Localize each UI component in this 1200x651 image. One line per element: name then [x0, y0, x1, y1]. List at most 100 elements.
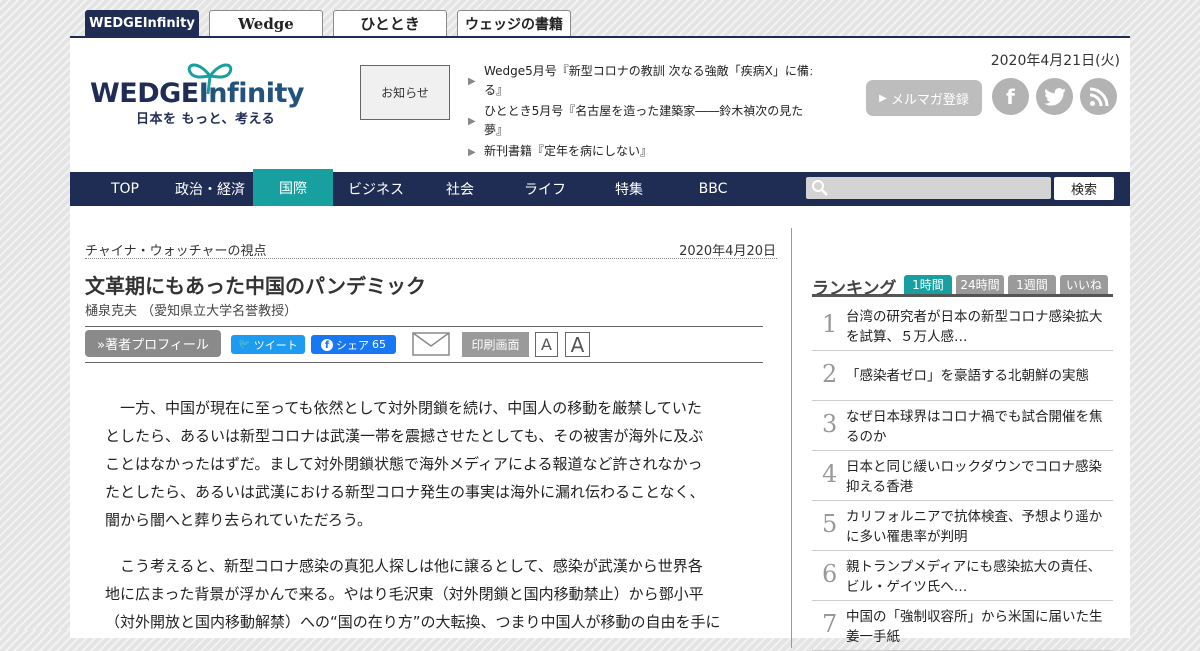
- newsletter-label: メルマガ登録: [890, 92, 969, 108]
- arrow-icon: ▶: [468, 147, 476, 158]
- page-container: WEDGEInfinity 日本を もっと、考える お知らせ ▶ Wedge5月…: [70, 36, 1130, 651]
- news-line: 夢』: [484, 123, 509, 137]
- article-author: 樋泉克夫 （愛知県立大学名誉教授）: [85, 304, 298, 319]
- news-item-2[interactable]: ▶ ひととき5月号『名古屋を造った建築家――鈴木禎次の見た 夢』: [468, 102, 813, 140]
- article-paragraph-1: 一方、中国が現在に至っても依然として対外閉鎖を続け、中国人の移動を厳禁していた …: [105, 394, 765, 534]
- font-large-button[interactable]: A: [565, 332, 590, 357]
- divider: [85, 326, 763, 327]
- facebook-icon[interactable]: f: [992, 78, 1029, 115]
- notice-box[interactable]: お知らせ: [360, 65, 450, 120]
- news-text-1: Wedge5月号『新型コロナの教訓 次なる強敵「疾病X」に備え る』: [484, 62, 812, 100]
- ranking-text: 日本と同じ緩いロックダウンでコロナ感染抑える香港: [846, 459, 1102, 495]
- news-line: る』: [484, 83, 509, 97]
- ranking-number: 7: [822, 610, 838, 638]
- nav-item-business[interactable]: ビジネス: [336, 172, 416, 206]
- ranking-number: 5: [822, 510, 838, 538]
- tab-wedge-books[interactable]: ウェッジの書籍: [457, 10, 571, 36]
- nav-item-politics-economy[interactable]: 政治・経済: [168, 172, 252, 206]
- tab-wedge-infinity[interactable]: WEDGE Infinity: [85, 10, 199, 36]
- divider: [85, 258, 777, 259]
- ranking-text: カリフォルニアで抗体検査、予想より遥かに多い罹患率が判明: [846, 509, 1103, 545]
- tab-hitotoki-label: ひととき: [360, 15, 420, 33]
- ranking-number: 1: [822, 310, 838, 338]
- arrow-icon: ▶: [468, 116, 476, 127]
- ranking-bar: [812, 294, 1113, 297]
- article-paragraph-2: こう考えると、新型コロナ感染の真犯人探しは他に譲るとして、感染が武漢から世界各 …: [105, 552, 765, 636]
- share-count: 65: [372, 338, 386, 351]
- twitter-icon[interactable]: [1036, 78, 1073, 115]
- paragraph-line: こう考えると、新型コロナ感染の真犯人探しは他に譲るとして、感染が武漢から世界各: [105, 557, 703, 575]
- paragraph-line: ことはなかったはずだ。まして対外閉鎖状態で海外メディアによる報道など許されなかっ: [105, 455, 703, 473]
- twitter-icon: 🐦: [238, 339, 251, 350]
- newsletter-button[interactable]: ▶ メルマガ登録: [866, 80, 982, 116]
- nav-item-feature[interactable]: 特集: [589, 172, 669, 206]
- paragraph-line: （対外開放と国内移動解禁）への“国の在り方”の大転換、つまり中国人が移動の自由を…: [105, 613, 721, 631]
- tab-wedge-infinity-label-a: WEDGE: [89, 16, 143, 31]
- author-profile-button[interactable]: »著者プロフィール: [85, 330, 221, 357]
- ranking-item[interactable]: 2 「感染者ゼロ」を豪語する北朝鮮の実態: [812, 351, 1113, 401]
- ranking-text: 中国の「強制収容所」から米国に届いた生姜一手紙: [846, 609, 1103, 645]
- paragraph-line: 闇から闇へと葬り去られていただろう。: [105, 511, 373, 529]
- ranking-item[interactable]: 3 なぜ日本球界はコロナ禍でも試合開催を焦るのか: [812, 401, 1113, 451]
- current-date: 2020年4月21日(火): [990, 53, 1120, 69]
- ranking-text: 親トランプメディアにも感染拡大の責任、ビル・ゲイツ氏へ…: [846, 559, 1102, 595]
- ranking-item[interactable]: 4 日本と同じ緩いロックダウンでコロナ感染抑える香港: [812, 451, 1113, 501]
- ranking-item[interactable]: 7 中国の「強制収容所」から米国に届いた生姜一手紙: [812, 601, 1113, 651]
- search-input[interactable]: [806, 177, 1051, 199]
- nav-item-life[interactable]: ライフ: [505, 172, 585, 206]
- article-series[interactable]: チャイナ・ウォッチャーの視点: [85, 240, 266, 259]
- tab-wedge-label: Wedge: [238, 14, 294, 33]
- rss-icon[interactable]: [1080, 78, 1117, 115]
- ranking-tab-1w[interactable]: 1週間: [1008, 275, 1056, 294]
- facebook-icon: f: [321, 338, 333, 351]
- ranking-tab-1h[interactable]: 1時間: [904, 275, 952, 294]
- share-label: シェア: [336, 338, 369, 352]
- site-logo[interactable]: WEDGEInfinity 日本を もっと、考える: [70, 38, 330, 138]
- news-item-3[interactable]: ▶ 新刊書籍『定年を病にしない』: [468, 142, 813, 162]
- tab-wedge-infinity-label-b: Infinity: [142, 16, 195, 31]
- news-text-3: 新刊書籍『定年を病にしない』: [484, 142, 812, 161]
- logo-text-infinity: Infinity: [198, 78, 305, 109]
- news-item-1[interactable]: ▶ Wedge5月号『新型コロナの教訓 次なる強敵「疾病X」に備え る』: [468, 62, 813, 100]
- rss-glyph-icon: [1089, 87, 1108, 106]
- logo-tagline: 日本を もっと、考える: [136, 112, 276, 127]
- ranking-item[interactable]: 6 親トランプメディアにも感染拡大の責任、ビル・ゲイツ氏へ…: [812, 551, 1113, 601]
- paragraph-line: 一方、中国が現在に至っても依然として対外閉鎖を続け、中国人の移動を厳禁していた: [105, 399, 702, 417]
- logo-wordmark: WEDGEInfinity: [90, 78, 305, 109]
- nav-item-society[interactable]: 社会: [420, 172, 500, 206]
- ranking-text: なぜ日本球界はコロナ禍でも試合開催を焦るのか: [846, 409, 1103, 445]
- column-divider: [791, 228, 792, 648]
- search-button[interactable]: 検索: [1054, 177, 1114, 200]
- news-line: Wedge5月号『新型コロナの教訓 次なる強敵「疾病X」に備え: [484, 64, 812, 78]
- ranking-tab-likes[interactable]: いいね: [1060, 275, 1108, 294]
- search-icon: [812, 180, 828, 196]
- twitter-bird-icon: [1043, 87, 1066, 106]
- nav-item-top[interactable]: TOP: [90, 172, 160, 206]
- facebook-share-button[interactable]: f シェア 65: [311, 335, 396, 354]
- article-title: 文革期にもあった中国のパンデミック: [85, 274, 426, 298]
- paragraph-line: 地に広まった背景が浮かんで来る。やはり毛沢東（対外閉鎖と国内移動禁止）から鄧小平: [105, 585, 704, 603]
- tab-wedge-books-label: ウェッジの書籍: [465, 16, 563, 33]
- ranking-number: 3: [822, 410, 838, 438]
- tweet-button[interactable]: 🐦 ツイート: [231, 335, 305, 354]
- logo-text-wedge: WEDGE: [90, 78, 199, 109]
- ranking-number: 6: [822, 560, 838, 588]
- mail-icon[interactable]: [412, 332, 450, 356]
- ranking-item[interactable]: 1 台湾の研究者が日本の新型コロナ感染拡大を試算、５万人感…: [812, 301, 1113, 351]
- tab-hitotoki[interactable]: ひととき: [333, 10, 447, 36]
- nav-item-bbc[interactable]: BBC: [673, 172, 753, 206]
- divider: [85, 362, 763, 363]
- news-text-2: ひととき5月号『名古屋を造った建築家――鈴木禎次の見た 夢』: [484, 102, 812, 140]
- main-nav: TOP 政治・経済 国際 ビジネス 社会 ライフ 特集 BBC 検索: [70, 169, 1130, 206]
- ranking-item[interactable]: 5 カリフォルニアで抗体検査、予想より遥かに多い罹患率が判明: [812, 501, 1113, 551]
- nav-item-international[interactable]: 国際: [253, 169, 333, 206]
- ranking-tab-24h[interactable]: 24時間: [956, 275, 1004, 294]
- tab-wedge[interactable]: Wedge: [209, 10, 323, 36]
- ranking-number: 4: [822, 460, 838, 488]
- print-button[interactable]: 印刷画面: [462, 332, 529, 357]
- font-small-button[interactable]: A: [535, 332, 558, 357]
- arrow-icon: ▶: [468, 76, 476, 87]
- paragraph-line: としたら、あるいは新型コロナは武漢一帯を震撼させたとしても、その被害が海外に及ぶ: [105, 427, 704, 445]
- ranking-text: 台湾の研究者が日本の新型コロナ感染拡大を試算、５万人感…: [846, 309, 1103, 345]
- tweet-label: ツイート: [253, 338, 298, 352]
